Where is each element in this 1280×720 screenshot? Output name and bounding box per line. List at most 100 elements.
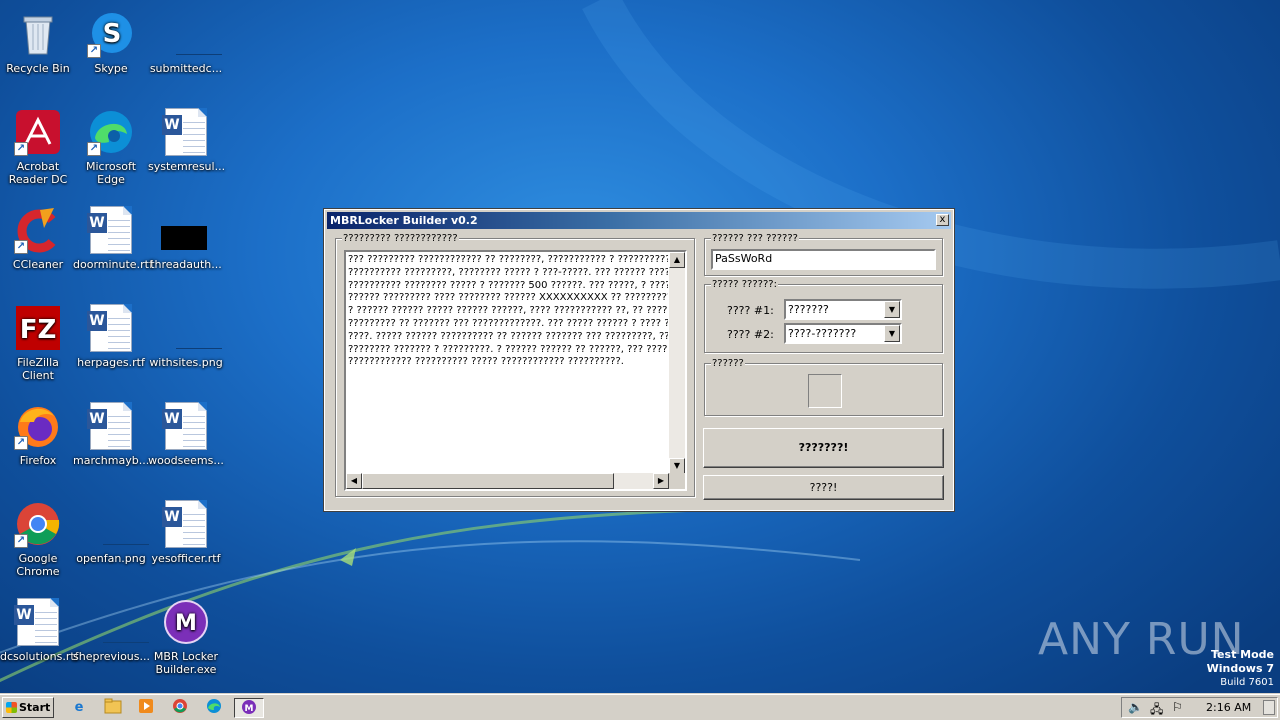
start-label: Start [19,701,51,714]
word-doc-icon: W [14,598,62,646]
skype-icon: S ↗ [87,10,135,58]
desktop-icon-label: woodseems... [148,454,224,467]
horizontal-scrollbar[interactable]: ◀ ▶ [346,473,669,489]
desktop-icon-label: systemresul... [148,160,226,173]
chevron-down-icon[interactable]: ▼ [884,325,900,342]
desktop-icon-withsites[interactable]: withsites.png [148,300,224,386]
desktop-icon-yesofficer[interactable]: W yesofficer.rtf [148,496,224,582]
desktop-icon-skype[interactable]: S ↗ Skype [73,6,149,92]
scroll-right-button[interactable]: ▶ [653,473,669,489]
desktop-icon-ccleaner[interactable]: ↗ CCleaner [0,202,76,288]
vertical-scrollbar[interactable]: ▲ ▼ [669,252,685,474]
scroll-up-button[interactable]: ▲ [669,252,685,268]
desktop-icon-doorminute[interactable]: W doorminute.rtf [73,202,153,288]
password-input[interactable]: PaSsWoRd [711,249,936,270]
ccleaner-icon: ↗ [14,206,62,254]
filezilla-icon: FZ [14,304,62,352]
exit-button[interactable]: ????! [703,475,944,500]
desktop-icon-label: Acrobat Reader DC [8,160,68,186]
desktop-icon-label: marchmayb... [73,454,150,467]
message-memo[interactable]: ??? ????????? ???????????? ?? ????????, … [344,250,687,491]
speaker-icon[interactable]: 🔈 [1128,700,1143,714]
scroll-left-button[interactable]: ◀ [346,473,362,489]
acrobat-icon: ↗ [14,108,62,156]
option1-value: ??????? [788,303,829,316]
word-doc-icon: W [87,402,135,450]
show-desktop-button[interactable] [1263,700,1275,715]
option1-label: ???? #1: [727,304,774,317]
desktop-icon-herpages[interactable]: W herpages.rtf [73,300,149,386]
arrow-right-icon: ▶ [657,476,665,485]
scroll-down-button[interactable]: ▼ [669,458,685,474]
password-group: ?????? ??? ?????? PaSsWoRd [704,233,943,276]
chrome-icon: ↗ [14,500,62,548]
option2-select[interactable]: ????-??????? ▼ [784,323,902,344]
desktop-icon-label: yesofficer.rtf [151,552,221,565]
firefox-icon: ↗ [14,402,62,450]
word-doc-icon: W [162,108,210,156]
blank-file-icon [87,598,149,646]
desktop-icon-label: Microsoft Edge [85,160,137,186]
explorer-icon[interactable] [102,698,124,718]
message-group-caption: ????????? ???????????? [342,233,459,244]
desktop-icon-label: Firefox [19,454,57,467]
edge-icon[interactable] [203,698,225,718]
desktop-icon-sheprevious[interactable]: sheprevious... [73,594,150,680]
desktop-icon-dcsolutions[interactable]: W dcsolutions.rtf [0,594,79,680]
exit-button-label: ????! [809,481,838,494]
start-button[interactable]: Start [2,697,54,718]
test-mode-watermark: Test Mode Windows 7 Build 7601 [1154,648,1274,690]
desktop-icon-label: doorminute.rtf [73,258,153,271]
action-center-flag-icon[interactable]: ⚐ [1172,700,1183,714]
recycle-bin-icon [14,10,62,58]
svg-text:M: M [175,611,197,636]
desktop-icon-marchmayb[interactable]: W marchmayb... [73,398,149,484]
watermark-line3: Build 7601 [1220,677,1274,688]
desktop-icon-label: MBR Locker Builder.exe [153,650,219,676]
desktop-icon-submittedc[interactable]: submittedc... [148,6,224,92]
edge-icon: ↗ [87,108,135,156]
windows-flag-icon [6,702,17,713]
desktop-icon-systemresul[interactable]: W systemresul... [148,104,226,190]
icon-group: ?????? [704,358,943,416]
desktop-icon-mbr-locker[interactable]: M MBR Locker Builder.exe [148,594,224,680]
svg-text:S: S [103,19,122,49]
svg-text:M: M [245,704,254,714]
blank-file-icon [162,10,222,58]
message-text[interactable]: ??? ????????? ???????????? ?? ????????, … [348,254,668,474]
icon-group-caption: ?????? [711,358,745,369]
icon-preview[interactable] [808,374,842,408]
chrome-icon[interactable] [169,698,191,718]
option2-value: ????-??????? [788,327,857,340]
ie-icon[interactable]: e [68,698,90,718]
clock[interactable]: 2:16 AM [1206,701,1251,714]
desktop-icon-openfan[interactable]: openfan.png [73,496,149,582]
chevron-down-icon[interactable]: ▼ [884,301,900,318]
message-group: ????????? ???????????? ??? ????????? ???… [335,233,695,497]
mbrlocker-builder-window: MBRLocker Builder v0.2 x ????????? ?????… [323,208,955,512]
options-group-caption: ????? ??????: [711,279,778,290]
desktop-icon-filezilla[interactable]: FZ FileZilla Client [0,300,76,386]
desktop-icon-recycle-bin[interactable]: Recycle Bin [0,6,76,92]
desktop-icon-firefox[interactable]: ↗ Firefox [0,398,76,484]
word-doc-icon: W [162,500,210,548]
media-player-icon[interactable] [135,698,157,718]
close-icon: x [939,214,946,225]
desktop-icon-label: FileZilla Client [17,356,59,382]
desktop-icon-chrome[interactable]: ↗ Google Chrome [0,496,76,582]
desktop-icon-woodseems[interactable]: W woodseems... [148,398,224,484]
build-button[interactable]: ???????! [703,428,944,468]
window-title: MBRLocker Builder v0.2 [330,214,478,227]
network-icon[interactable]: 🖧 [1150,700,1163,720]
option1-select[interactable]: ??????? ▼ [784,299,902,320]
horizontal-scroll-thumb[interactable] [362,473,614,489]
window-titlebar[interactable]: MBRLocker Builder v0.2 x [327,212,951,229]
desktop-icon-edge[interactable]: ↗ Microsoft Edge [73,104,149,190]
desktop-icon-label: openfan.png [76,552,146,565]
arrow-up-icon: ▲ [673,255,681,264]
mbr-locker-taskbar-button[interactable]: M [234,698,264,718]
blank-file-icon [162,304,222,352]
desktop-icon-threadauth[interactable]: threadauth... [148,202,224,288]
close-button[interactable]: x [936,214,949,226]
desktop-icon-acrobat[interactable]: ↗ Acrobat Reader DC [0,104,76,190]
